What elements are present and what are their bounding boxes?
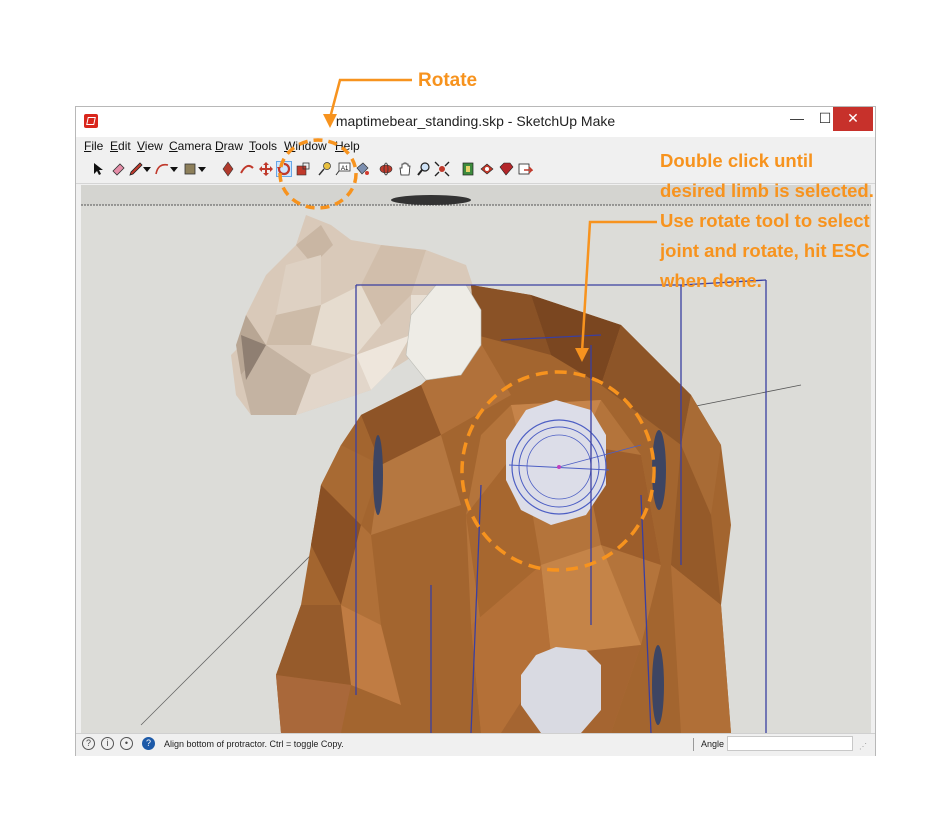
zoom-tool-icon[interactable] [416,161,432,177]
geo-location-icon[interactable]: ? [82,737,95,750]
tape-measure-tool-icon[interactable] [317,161,333,177]
menu-edit[interactable]: Edit [110,139,131,153]
elbow-joint-patch [521,647,601,733]
shapes-tool-icon[interactable] [182,161,198,177]
push-pull-tool-icon[interactable] [220,161,236,177]
move-tool-icon[interactable] [258,161,274,177]
instruction-line-2: desired limb is selected. [660,180,874,201]
zoom-extents-tool-icon[interactable] [434,161,450,177]
title-bar: maptimebear_standing.skp - SketchUp Make… [76,107,875,137]
arc-tool-icon[interactable] [154,161,170,177]
minimize-button[interactable]: — [782,107,812,131]
instruction-line-5: when done. [660,270,762,291]
instruction-line-4: joint and rotate, hit ESC [660,240,870,261]
layout-icon[interactable] [517,161,533,177]
eraser-tool-icon[interactable] [110,161,126,177]
angle-label: Angle [701,739,725,749]
status-divider [693,738,694,751]
select-tool-icon[interactable] [90,161,106,177]
3d-warehouse-icon[interactable] [460,161,476,177]
rotate-tool-icon[interactable] [276,161,292,177]
extension-warehouse-icon[interactable] [479,161,495,177]
menu-camera[interactable]: Camera [169,139,212,153]
svg-text:A1: A1 [341,166,349,172]
pencil-tool-icon[interactable] [128,161,144,177]
menu-window[interactable]: Window [284,139,327,153]
close-button[interactable]: ✕ [833,107,873,131]
help-icon[interactable]: ? [142,737,155,750]
follow-me-tool-icon[interactable] [239,161,255,177]
angle-measurement-input[interactable] [727,736,853,751]
bear-model-render[interactable] [81,185,871,733]
menu-tools[interactable]: Tools [249,139,277,153]
credits-icon[interactable]: i [101,737,114,750]
status-bar: ? i • ? Align bottom of protractor. Ctrl… [76,733,875,756]
instruction-line-3: Use rotate tool to select [660,210,870,231]
menu-help[interactable]: Help [335,139,360,153]
model-viewport[interactable] [81,185,871,733]
window-title: maptimebear_standing.skp - SketchUp Make [335,113,616,129]
status-hint-text: Align bottom of protractor. Ctrl = toggl… [164,739,344,749]
chevron-down-icon[interactable] [198,161,206,177]
menu-view[interactable]: View [137,139,163,153]
sketchup-window: maptimebear_standing.skp - SketchUp Make… [75,106,876,756]
chevron-down-icon[interactable] [143,161,151,177]
scale-tool-icon[interactable] [295,161,311,177]
orbit-tool-icon[interactable] [378,161,394,177]
paint-bucket-tool-icon[interactable] [354,161,370,177]
menu-file[interactable]: File [84,139,103,153]
rotate-callout-label: Rotate [418,70,478,91]
chevron-down-icon[interactable] [170,161,178,177]
resize-grip-icon[interactable]: ⋰ [859,742,869,752]
menu-draw[interactable]: Draw [215,139,243,153]
instruction-line-1: Double click until [660,150,814,171]
pan-tool-icon[interactable] [397,161,413,177]
text-tool-icon[interactable]: A1 [335,161,351,177]
user-account-icon[interactable]: • [120,737,133,750]
ruby-icon[interactable] [498,161,514,177]
